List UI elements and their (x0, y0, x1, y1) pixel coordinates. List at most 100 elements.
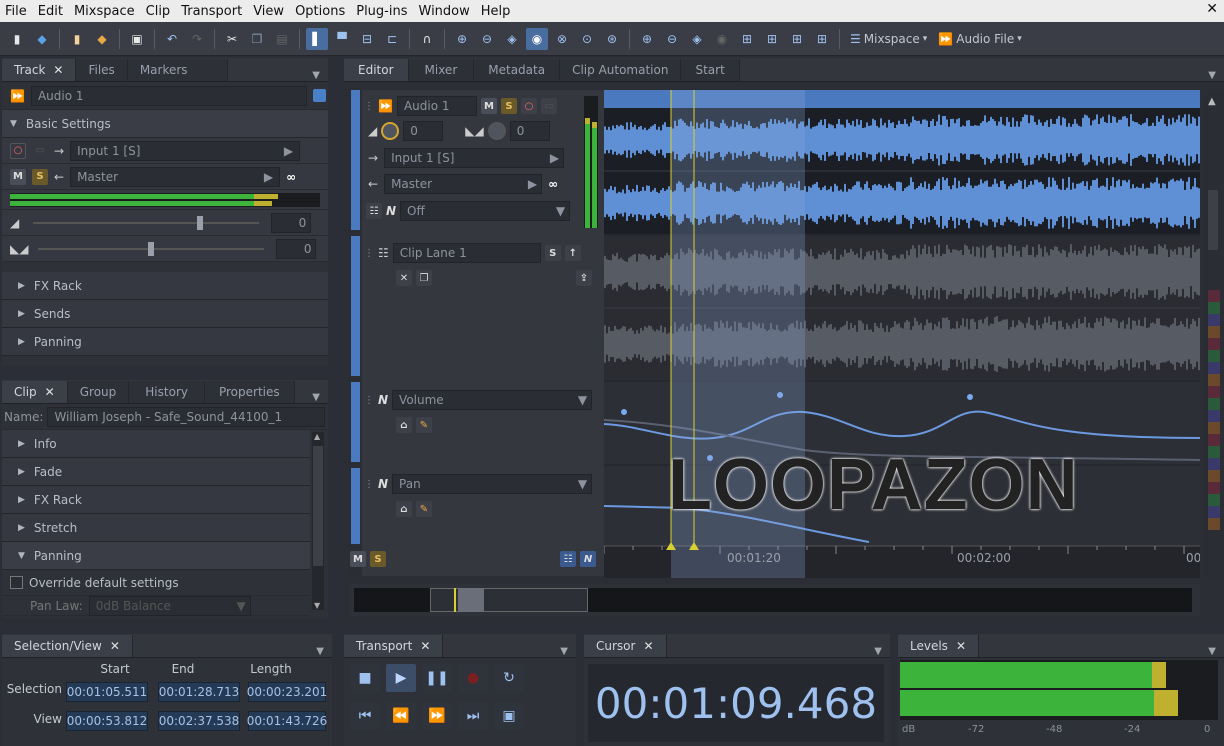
menu-transport[interactable]: Transport (176, 4, 248, 19)
zoom-selection-icon[interactable]: ◉ (526, 27, 548, 50)
menu-clip[interactable]: Clip (141, 4, 177, 19)
pan-lane-select[interactable]: Pan ▼ (392, 474, 593, 494)
zoom-all-icon[interactable]: ⊛ (601, 28, 623, 50)
fx-rack-section[interactable]: ▶ FX Rack (2, 272, 328, 300)
close-icon[interactable]: ✕ (643, 639, 653, 653)
link-icon[interactable]: ∞ (286, 170, 296, 184)
envelope-select-icon[interactable]: ▀ (331, 28, 353, 50)
delete-lane-button[interactable]: ✕ (396, 270, 412, 286)
snap-icon[interactable]: ∩ (416, 28, 438, 50)
new-file-icon[interactable]: ▮ (66, 28, 88, 50)
lock-icon[interactable]: ⌂ (396, 417, 412, 433)
editor-output-select[interactable]: Master ▶ (384, 174, 543, 194)
drag-handle-icon[interactable]: ⋮ (364, 101, 374, 112)
zoom-prev-icon[interactable]: ◈ (501, 28, 523, 50)
info-section[interactable]: ▶ Info (2, 430, 310, 458)
menu-file[interactable]: File (0, 4, 33, 19)
chevron-down-icon[interactable]: ▼ (1208, 646, 1216, 657)
tab-track[interactable]: Track ✕ (2, 59, 77, 81)
tab-markers[interactable]: Markers (127, 59, 228, 81)
vzoom-track-icon[interactable]: ⊞ (761, 28, 783, 50)
view-end-value[interactable]: 00:02:37.538 (158, 711, 240, 731)
selection-start-value[interactable]: 00:01:05.511 (66, 682, 148, 702)
arrow-up-icon[interactable]: ↑ (564, 245, 581, 261)
tab-files[interactable]: Files (76, 59, 128, 81)
slip-icon[interactable]: ⊏ (381, 28, 403, 50)
show-automation-button[interactable]: N (580, 551, 596, 567)
selection-end-value[interactable]: 00:01:28.713 (158, 682, 240, 702)
track-monitor-button[interactable]: ▭ (540, 98, 557, 114)
copy-icon[interactable]: ❐ (246, 28, 268, 50)
chevron-down-icon[interactable]: ▼ (312, 392, 320, 403)
menu-window[interactable]: Window (414, 4, 476, 19)
lock-icon[interactable]: ⌂ (396, 501, 412, 517)
view-start-value[interactable]: 00:00:53.812 (66, 711, 148, 731)
stop-button[interactable]: ■ (350, 664, 380, 692)
chevron-down-icon[interactable]: ▼ (312, 70, 320, 81)
chevron-down-icon[interactable]: ▼ (316, 646, 324, 657)
menu-edit[interactable]: Edit (33, 4, 69, 19)
chevron-down-icon[interactable]: ▼ (1208, 70, 1216, 81)
volume-value[interactable]: 0 (271, 212, 312, 233)
vzoom-all-icon[interactable]: ⊞ (811, 28, 833, 50)
redo-icon[interactable]: ↷ (186, 28, 208, 50)
record-arm-button[interactable]: ○ (10, 142, 26, 159)
global-solo-button[interactable]: S (370, 551, 386, 567)
zoom-full-icon[interactable]: ⊗ (551, 28, 573, 50)
selection-length-value[interactable]: 00:00:23.201 (247, 682, 327, 702)
vzoom-in-icon[interactable]: ⊕ (636, 28, 658, 50)
tab-levels[interactable]: Levels ✕ (898, 635, 979, 657)
show-lanes-button[interactable]: ☷ (366, 203, 382, 219)
chevron-down-icon[interactable]: ▼ (560, 646, 568, 657)
editor-pan-value[interactable]: 0 (509, 121, 550, 141)
vzoom-out-icon[interactable]: ⊖ (661, 28, 683, 50)
audio-file-dropdown[interactable]: ⏩ Audio File ▾ (934, 32, 1026, 46)
close-icon[interactable]: ✕ (45, 385, 55, 399)
skip-button[interactable]: ▣ (494, 702, 524, 730)
input-select[interactable]: Input 1 [S] ▶ (70, 140, 301, 161)
pencil-icon[interactable]: ✎ (416, 417, 432, 433)
track-solo-button[interactable]: S (500, 98, 517, 114)
time-select-icon[interactable]: ▌ (306, 27, 328, 50)
cut-icon[interactable]: ✂ (221, 28, 243, 50)
open-project-icon[interactable]: ◆ (31, 28, 53, 50)
drag-handle-icon[interactable]: ⋮ (364, 479, 374, 490)
tab-transport[interactable]: Transport ✕ (344, 635, 444, 657)
basic-settings-header[interactable]: ▼ Basic Settings (2, 110, 328, 138)
clip-fx-rack-section[interactable]: ▶ FX Rack (2, 486, 310, 514)
close-icon[interactable]: ✕ (53, 63, 63, 77)
paste-icon[interactable]: ▤ (271, 28, 293, 50)
tab-history[interactable]: History (129, 381, 205, 403)
clip-lane-solo-button[interactable]: S (544, 245, 561, 261)
play-button[interactable]: ▶ (386, 664, 416, 692)
automation-mode-select[interactable]: Off ▼ (400, 201, 571, 221)
pan-value[interactable]: 0 (276, 238, 317, 259)
editor-track-name[interactable]: Audio 1 (396, 96, 477, 116)
stretch-section[interactable]: ▶ Stretch (2, 514, 310, 542)
menu-help[interactable]: Help (476, 4, 517, 19)
pan-slider[interactable] (38, 241, 265, 256)
tab-clip-automation[interactable]: Clip Automation (560, 59, 682, 81)
menu-view[interactable]: View (248, 4, 290, 19)
drag-handle-icon[interactable]: ⋮ (364, 248, 374, 259)
tab-start[interactable]: Start (681, 59, 740, 81)
tab-metadata[interactable]: Metadata (474, 59, 561, 81)
undo-icon[interactable]: ↶ (161, 28, 183, 50)
editor-input-select[interactable]: Input 1 [S] ▶ (384, 148, 565, 168)
save-icon[interactable]: ▣ (126, 28, 148, 50)
close-icon[interactable]: ✕ (110, 639, 120, 653)
tab-properties[interactable]: Properties (204, 381, 295, 403)
panning-section[interactable]: ▶ Panning (2, 328, 328, 356)
clip-name-input[interactable]: William Joseph - Safe_Sound_44100_1 (47, 406, 326, 427)
rewind-button[interactable]: ⏪ (386, 702, 416, 730)
go-to-end-button[interactable]: ⏭ (458, 702, 488, 730)
mute-button[interactable]: M (10, 168, 26, 185)
drag-handle-icon[interactable]: ⋮ (364, 395, 374, 406)
open-file-icon[interactable]: ◆ (91, 28, 113, 50)
go-to-start-button[interactable]: ⏮ (350, 702, 380, 730)
overview-scrollbar[interactable] (350, 584, 1200, 616)
volume-slider-handle[interactable] (197, 215, 204, 230)
close-icon[interactable]: ✕ (956, 639, 966, 653)
sends-section[interactable]: ▶ Sends (2, 300, 328, 328)
vzoom-fit-icon[interactable]: ⊞ (736, 28, 758, 50)
